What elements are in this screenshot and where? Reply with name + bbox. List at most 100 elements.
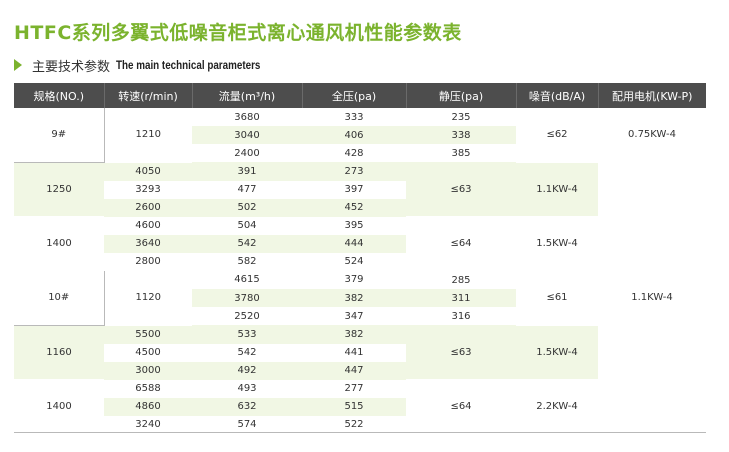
flow-cell: 6588 <box>104 379 192 398</box>
speed-cell: 1400 <box>14 216 104 271</box>
total-pressure-cell: 542 <box>192 234 302 253</box>
static-pressure-cell: 395 <box>302 216 406 235</box>
flow-cell: 3680 <box>192 108 302 126</box>
total-pressure-cell: 582 <box>192 252 302 271</box>
speed-group: 9# 1210 3680 333 235 ≤62 0.75KW-4 3040 406 338 240… <box>14 108 706 163</box>
table-row: 2800 582 524 <box>14 252 706 271</box>
speed-cell: 1210 <box>104 108 192 163</box>
static-pressure-cell: 382 <box>302 325 406 344</box>
static-pressure-cell: 522 <box>302 415 406 434</box>
flow-cell: 4860 <box>104 397 192 416</box>
noise-cell: ≤63 <box>406 325 516 380</box>
speed-group: 1400 4600 504 395 ≤64 1.5KW-4 3640 542 444 2800 58… <box>14 216 706 271</box>
table-row: 3293 477 397 <box>14 180 706 199</box>
total-pressure-cell: 542 <box>192 343 302 362</box>
flow-cell: 5500 <box>104 325 192 344</box>
speed-group: 10# 1120 4615 379 285 ≤61 1.1KW-4 3780 382 311 252… <box>14 270 706 326</box>
total-pressure-cell: 574 <box>192 415 302 434</box>
static-pressure-cell: 273 <box>302 162 406 181</box>
column-header-speed: 转速(r/min) <box>104 83 193 108</box>
total-pressure-cell: 428 <box>302 144 406 162</box>
speed-group: 1160 5500 533 382 ≤63 1.5KW-4 4500 542 441 3000 49… <box>14 325 706 380</box>
table-row: 10# 1120 4615 379 285 ≤61 1.1KW-4 <box>14 270 706 326</box>
table-row: 1400 6588 493 277 ≤64 2.2KW-4 <box>14 379 706 434</box>
noise-cell: ≤62 <box>516 108 598 163</box>
column-header-flow: 流量(m³/h) <box>192 83 303 108</box>
page-title: HTFC系列多翼式低噪音柜式离心通风机性能参数表 <box>14 22 462 44</box>
table-row: 1160 5500 533 382 ≤63 1.5KW-4 <box>14 325 706 380</box>
motor-cell: 0.75KW-4 <box>598 108 706 163</box>
total-pressure-cell: 632 <box>192 397 302 416</box>
section-title-cn: 主要技术参数 <box>32 59 111 75</box>
table-row: 3000 492 447 <box>14 361 706 380</box>
static-pressure-cell: 311 <box>406 289 516 307</box>
static-pressure-cell: 515 <box>302 397 406 416</box>
speed-cell: 1160 <box>14 325 104 380</box>
static-pressure-cell: 397 <box>302 180 406 199</box>
noise-cell: ≤63 <box>406 162 516 217</box>
flow-cell: 2400 <box>192 144 302 162</box>
static-pressure-cell: 444 <box>302 234 406 253</box>
table-row: 1250 4050 391 273 ≤63 1.1KW-4 <box>14 162 706 217</box>
table-row: 9# 1210 3680 333 235 ≤62 0.75KW-4 <box>14 108 706 163</box>
flow-cell: 3000 <box>104 361 192 380</box>
section-title-en: The main technical parameters <box>116 58 261 72</box>
flow-cell: 2520 <box>192 307 302 325</box>
flow-cell: 4600 <box>104 216 192 235</box>
section-header: 主要技术参数 The main technical parameters <box>14 56 292 75</box>
table-bottom-rule <box>14 432 706 433</box>
model-cell: 10# <box>14 270 105 326</box>
table-row: 3240 574 522 <box>14 415 706 434</box>
flow-cell: 3240 <box>104 415 192 434</box>
flow-cell: 3040 <box>192 126 302 144</box>
motor-cell: 1.5KW-4 <box>516 325 598 380</box>
total-pressure-cell: 502 <box>192 198 302 217</box>
static-pressure-cell: 235 <box>406 108 516 126</box>
speed-cell: 1400 <box>14 379 104 434</box>
total-pressure-cell: 533 <box>192 325 302 344</box>
total-pressure-cell: 333 <box>302 108 406 126</box>
model-cell: 9# <box>14 108 105 163</box>
motor-cell: 1.1KW-4 <box>598 270 706 326</box>
total-pressure-cell: 382 <box>302 289 406 307</box>
total-pressure-cell: 406 <box>302 126 406 144</box>
triangle-bullet-icon <box>14 59 22 71</box>
static-pressure-cell: 316 <box>406 307 516 325</box>
static-pressure-cell: 285 <box>406 270 516 289</box>
flow-cell: 3640 <box>104 234 192 253</box>
speed-group: 1250 4050 391 273 ≤63 1.1KW-4 3293 477 397 2600 50… <box>14 162 706 217</box>
flow-cell: 2600 <box>104 198 192 217</box>
column-header-model: 规格(NO.) <box>14 83 105 108</box>
static-pressure-cell: 452 <box>302 198 406 217</box>
motor-cell: 1.5KW-4 <box>516 216 598 271</box>
flow-cell: 4050 <box>104 162 192 181</box>
speed-cell: 1250 <box>14 162 104 217</box>
column-header-total-pressure: 全压(pa) <box>302 83 407 108</box>
column-header-noise: 噪音(dB/A) <box>516 83 599 108</box>
speed-group: 1400 6588 493 277 ≤64 2.2KW-4 4860 632 515 3240 57… <box>14 379 706 434</box>
total-pressure-cell: 379 <box>302 270 406 289</box>
flow-cell: 4500 <box>104 343 192 362</box>
total-pressure-cell: 477 <box>192 180 302 199</box>
table-row: 3640 542 444 <box>14 234 706 253</box>
noise-cell: ≤61 <box>516 270 598 326</box>
noise-cell: ≤64 <box>406 216 516 271</box>
table-row: 1400 4600 504 395 ≤64 1.5KW-4 <box>14 216 706 271</box>
column-header-motor: 配用电机(KW-P) <box>598 83 706 108</box>
speed-cell: 1120 <box>104 270 192 326</box>
total-pressure-cell: 492 <box>192 361 302 380</box>
motor-cell: 1.1KW-4 <box>516 162 598 217</box>
table-row: 2600 502 452 <box>14 198 706 217</box>
static-pressure-cell: 385 <box>406 144 516 162</box>
static-pressure-cell: 447 <box>302 361 406 380</box>
table-header: 规格(NO.) 转速(r/min) 流量(m³/h) 全压(pa) 静压(pa)… <box>14 83 706 108</box>
table-row: 4500 542 441 <box>14 343 706 362</box>
total-pressure-cell: 504 <box>192 216 302 235</box>
total-pressure-cell: 347 <box>302 307 406 325</box>
column-header-static-pressure: 静压(pa) <box>406 83 517 108</box>
static-pressure-cell: 338 <box>406 126 516 144</box>
flow-cell: 4615 <box>192 270 302 289</box>
flow-cell: 3780 <box>192 289 302 307</box>
static-pressure-cell: 524 <box>302 252 406 271</box>
total-pressure-cell: 391 <box>192 162 302 181</box>
